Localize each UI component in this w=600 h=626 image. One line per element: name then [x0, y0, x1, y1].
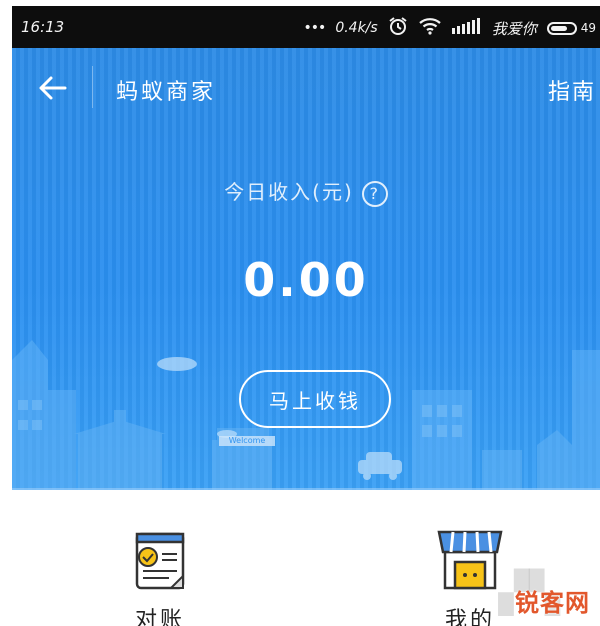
tile-label-reconcile: 对账: [134, 608, 185, 626]
income-amount: 0.00: [243, 253, 369, 307]
more-dots-icon: •••: [303, 20, 327, 36]
income-label: 今日收入(元): [224, 180, 354, 204]
nav-divider: [92, 66, 93, 108]
help-icon[interactable]: ?: [361, 180, 388, 207]
back-button[interactable]: [32, 68, 72, 108]
bill-check-icon: [135, 532, 185, 590]
network-speed: 0.4k/s: [335, 20, 378, 36]
status-time: 16:13: [21, 18, 65, 36]
battery-indicator: 49: [546, 21, 596, 35]
income-heading: 今日收入(元)?: [12, 176, 600, 207]
feature-grid: 对账 我的 ▞▚ 锐客网: [12, 490, 600, 626]
nav-bar: 蚂蚁商家 指南: [12, 48, 600, 126]
signal-icon: [451, 18, 482, 38]
battery-icon: [546, 21, 577, 35]
tile-reconcile[interactable]: 对账: [124, 530, 196, 626]
guide-link[interactable]: 指南: [548, 74, 596, 106]
welcome-sign: Welcome: [219, 436, 275, 446]
income-hero: Welcome 蚂蚁商家 指南 今日收入(元)? 0.00 马上收钱: [12, 48, 600, 490]
alarm-icon: [388, 16, 408, 40]
wifi-icon: [418, 17, 442, 39]
carrier-name: 我爱你: [491, 19, 537, 38]
collect-money-button[interactable]: 马上收钱: [239, 370, 391, 428]
shop-icon: [437, 530, 503, 590]
watermark: 锐客网: [515, 589, 590, 617]
app-frame: 16:13 ••• 0.4k/s 我爱你 49 Welcome 蚂蚁商家 指南 …: [12, 6, 600, 626]
back-arrow-icon: [39, 76, 67, 100]
status-bar: 16:13 ••• 0.4k/s 我爱你 49: [12, 6, 600, 48]
status-right: ••• 0.4k/s 我爱你 49: [304, 16, 596, 40]
page-title: 蚂蚁商家: [116, 80, 217, 105]
battery-level: 49: [580, 21, 596, 35]
